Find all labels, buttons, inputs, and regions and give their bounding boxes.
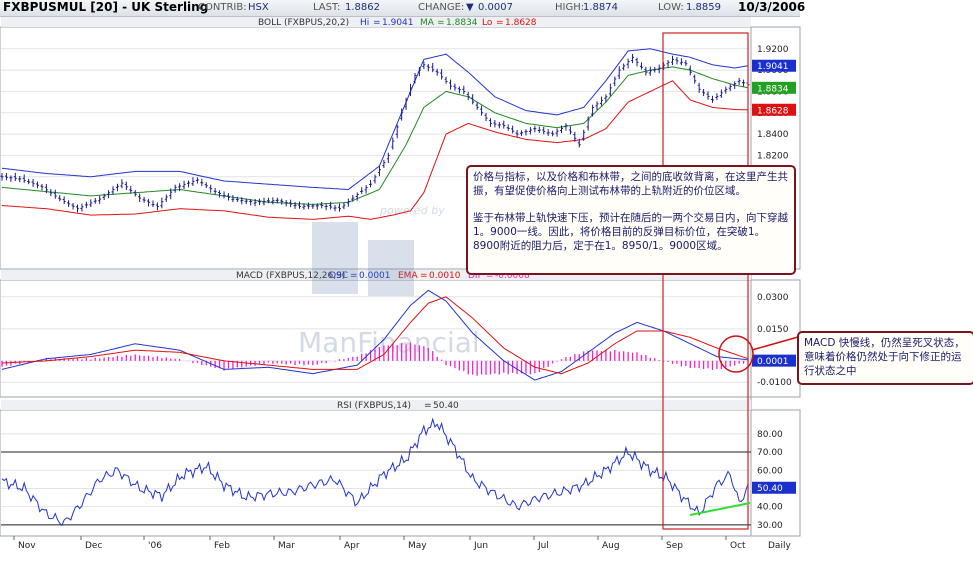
macd-connector — [751, 336, 799, 351]
y-tick-label: 1.8400 — [757, 130, 789, 140]
annotation-price-para1: 价格与指标，以及价格和布林带，之间的底收敛背离，在这里产生共振，有望促使价格向上… — [473, 171, 788, 197]
legend-hi-value: 1.9041 — [382, 18, 414, 28]
legend-ma-eq: = — [437, 18, 445, 28]
y-tick-label: 1.9200 — [757, 45, 789, 55]
legend-ma-name: MA — [420, 18, 435, 28]
legend-hi-eq: = — [373, 18, 381, 28]
x-tick-label: Mar — [278, 541, 295, 551]
value-tag: 50.40 — [757, 484, 783, 494]
annotation-price-para2: 鉴于布林带上轨快速下压，预计在随后的一两个交易日内，向下穿越1。9000一线。因… — [473, 212, 788, 252]
x-tick-label: Aug — [602, 541, 620, 551]
legend-ma-value: 1.8834 — [446, 18, 478, 28]
rsi-plot: 80.0070.0060.0050.0040.0030.0050.40 — [1, 417, 796, 531]
annotation-box-macd: MACD 快慢线，仍然呈死叉状态，意味着价格仍然处于向下修正的运行状态之中 — [797, 331, 973, 385]
y-tick-label: 70.00 — [757, 448, 783, 458]
x-tick-label: Oct — [730, 541, 746, 551]
legend-rsi-eq: = — [424, 401, 432, 411]
rsi-trendline — [689, 502, 751, 516]
y-tick-label: 60.00 — [757, 466, 783, 476]
annotation-box-price: 价格与指标，以及价格和布林带，之间的底收敛背离，在这里产生共振，有望促使价格向上… — [466, 165, 796, 275]
watermark-powered: powered by — [379, 204, 445, 217]
x-axis: Nov Dec '06 Feb Mar Apr May Jun Jul Aug Sep Oct Dail… — [13, 536, 791, 551]
legend-rsi-value: 50.40 — [433, 401, 459, 411]
x-tick-label: Jul — [537, 541, 549, 551]
y-tick-label: -0.0100 — [757, 378, 792, 388]
x-tick-label: Apr — [344, 541, 360, 551]
x-tick-label: Dec — [85, 541, 102, 551]
x-tick-label: Daily — [768, 541, 791, 551]
x-tick-label: Feb — [214, 541, 230, 551]
legend-lo-eq: = — [496, 18, 504, 28]
y-tick-label: 80.00 — [757, 430, 783, 440]
x-tick-label: Jun — [473, 541, 488, 551]
stock-chart: BOLL (FXBPUS,20,2) Hi = 1.9041 MA = 1.88… — [0, 17, 801, 551]
rsi-panel-title: RSI (FXBPUS,14) — [337, 401, 411, 411]
watermark-logo-right — [368, 240, 414, 296]
value-tag: 1.8834 — [757, 84, 789, 94]
x-tick-label: '06 — [148, 541, 162, 551]
y-tick-label: 30.00 — [757, 521, 783, 531]
highlight-box — [662, 32, 749, 530]
legend-ema-eq: = — [420, 271, 428, 281]
legend-lo-name: Lo — [482, 18, 493, 28]
series-rsi — [1, 417, 749, 527]
annotation-macd-text: MACD 快慢线，仍然呈死叉状态，意味着价格仍然处于向下修正的运行状态之中 — [804, 337, 965, 377]
legend-hi-name: Hi — [360, 18, 369, 28]
legend-ema-value: 0.0010 — [429, 271, 461, 281]
legend-lo-value: 1.8628 — [505, 18, 537, 28]
price-panel-title: BOLL (FXBPUS,20,2) — [258, 18, 349, 28]
x-tick-label: Nov — [18, 541, 36, 551]
watermark: powered by ManFinancial — [298, 204, 480, 359]
y-tick-label: 1.8200 — [757, 151, 789, 161]
y-tick-label: 0.0150 — [757, 325, 789, 335]
value-tag: 0.0001 — [757, 357, 789, 367]
y-tick-label: 0.0300 — [757, 293, 789, 303]
y-tick-label: 40.00 — [757, 503, 783, 513]
x-tick-label: Sep — [666, 541, 683, 551]
x-tick-label: May — [408, 541, 427, 551]
value-tag: 1.8628 — [757, 106, 789, 116]
watermark-logo-left — [312, 222, 358, 294]
value-tag: 1.9041 — [757, 62, 789, 72]
